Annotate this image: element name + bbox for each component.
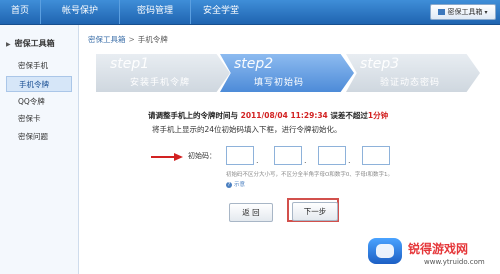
field-separator: . xyxy=(304,156,307,165)
step-2: step2 填写初始码 xyxy=(220,54,354,92)
triangle-right-icon: ▶ xyxy=(6,41,11,48)
code-instruction: 将手机上显示的24位初始码填入下框，进行令牌初始化。 xyxy=(152,125,342,134)
code-hint: 初始码不区分大小写，不区分全半角字母O和数字0、字母I和数字1。 xyxy=(226,172,393,178)
gamepad-logo-icon xyxy=(368,238,402,264)
toolbox-icon xyxy=(438,9,446,15)
sidebar-item-secure-question[interactable]: 密保问题 xyxy=(6,129,72,145)
step-3-label: 验证动态密码 xyxy=(380,78,441,88)
breadcrumb-root[interactable]: 密保工具箱 xyxy=(88,35,126,44)
time-instruction: 请调整手机上的令牌时间与 2011/08/04 11:29:34 误差不超过1分… xyxy=(148,110,388,121)
sidebar-item-mobile-token[interactable]: 手机令牌 xyxy=(6,76,72,92)
field-separator: . xyxy=(348,156,351,165)
nav-security-school[interactable]: 安全学堂 xyxy=(191,0,251,24)
watermark-name: 锐得游戏网 xyxy=(408,242,469,256)
example-link-label: 示意 xyxy=(234,182,246,188)
nav-home[interactable]: 首页 xyxy=(0,0,41,24)
initial-code-field-3[interactable] xyxy=(318,146,346,165)
sidebar-item-secure-card[interactable]: 密保卡 xyxy=(6,111,72,127)
sidebar-item-qq-token[interactable]: QQ令牌 xyxy=(6,94,72,110)
step-3: step3 验证动态密码 xyxy=(346,54,480,92)
example-link[interactable]: ? 示意 xyxy=(226,180,245,188)
sidebar: ▶ 密保工具箱 密保手机 手机令牌 QQ令牌 密保卡 密保问题 xyxy=(0,25,79,274)
watermark-url: www.ytruido.com xyxy=(424,258,485,266)
step-3-number: step3 xyxy=(360,56,400,72)
next-step-button[interactable]: 下一步 xyxy=(292,202,338,221)
step-2-number: step2 xyxy=(234,56,274,72)
toolbox-label: 密保工具箱 xyxy=(447,8,483,16)
sidebar-item-secure-phone[interactable]: 密保手机 xyxy=(6,58,72,74)
step-1: step1 安装手机令牌 xyxy=(96,54,230,92)
back-button[interactable]: 返 回 xyxy=(229,203,273,222)
breadcrumb-current: 手机令牌 xyxy=(137,35,168,44)
breadcrumb: 密保工具箱 > 手机令牌 xyxy=(88,34,168,45)
time-instruction-prefix: 请调整手机上的令牌时间与 xyxy=(148,111,238,120)
toolbox-dropdown-button[interactable]: 密保工具箱 ▾ xyxy=(430,4,496,20)
help-icon: ? xyxy=(226,182,232,188)
sidebar-title-label: 密保工具箱 xyxy=(14,39,55,48)
chevron-down-icon: ▾ xyxy=(484,9,488,16)
initial-code-field-2[interactable] xyxy=(274,146,302,165)
red-arrow-icon xyxy=(151,153,183,161)
field-separator: . xyxy=(256,156,259,165)
top-nav: 首页 帐号保护 密码管理 安全学堂 密保工具箱 ▾ xyxy=(0,0,500,25)
time-limit: 1分钟 xyxy=(367,111,389,120)
step-progress: step1 安装手机令牌 step2 填写初始码 step3 验证动态密码 xyxy=(96,54,494,92)
breadcrumb-separator: > xyxy=(128,35,135,44)
initial-code-field-4[interactable] xyxy=(362,146,390,165)
nav-password-management[interactable]: 密码管理 xyxy=(120,0,191,24)
time-instruction-mid: 误差不超过 xyxy=(330,111,368,120)
step-1-number: step1 xyxy=(110,56,150,72)
nav-account-protection[interactable]: 帐号保护 xyxy=(41,0,120,24)
step-1-label: 安装手机令牌 xyxy=(130,78,191,88)
server-time: 2011/08/04 11:29:34 xyxy=(240,111,328,120)
sidebar-title: ▶ 密保工具箱 xyxy=(0,35,78,53)
step-2-label: 填写初始码 xyxy=(254,78,305,88)
initial-code-label: 初始码： xyxy=(188,152,216,160)
initial-code-field-1[interactable] xyxy=(226,146,254,165)
